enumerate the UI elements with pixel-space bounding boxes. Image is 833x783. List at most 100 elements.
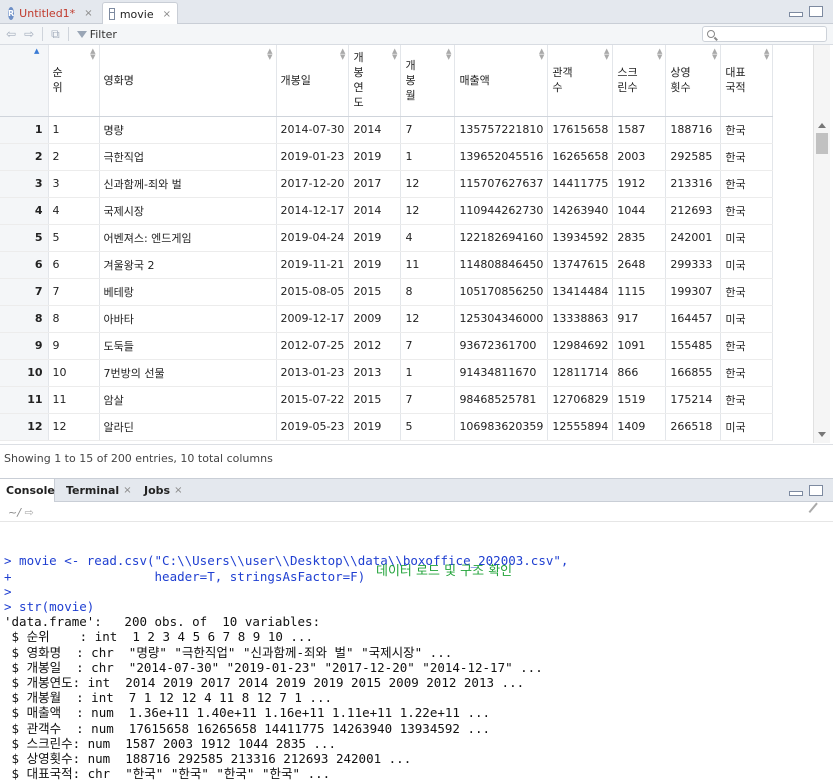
table-cell: 2019 — [348, 413, 402, 441]
tab-terminal[interactable]: Terminal × — [60, 479, 138, 502]
table-row[interactable]: 3 3 신과함께-죄와 벌 2017-12-20 2017 12 115707627637 1… — [0, 170, 774, 198]
table-cell: 13934592 — [547, 224, 614, 252]
table-row[interactable]: 5 5 어벤져스: 엔드게임 2019-04-24 2019 4 122182694160 1… — [0, 224, 774, 252]
console-line: $ 개봉일 : chr "2014-07-30" "2019-01-23" "2… — [4, 659, 543, 675]
table-row[interactable]: 11 11 암살 2015-07-22 2015 7 98468525781 12706829… — [0, 386, 774, 414]
table-row[interactable]: 4 4 국제시장 2014-12-17 2014 12 110944262730 142639… — [0, 197, 774, 225]
console-working-directory: ~/ ⇨ — [0, 502, 833, 522]
console-output[interactable]: 데이터 로드 및 구조 확인 > movie <- read.csv("C:\\… — [0, 523, 833, 783]
minimize-icon[interactable] — [789, 491, 803, 496]
vertical-scrollbar[interactable] — [813, 45, 830, 443]
row-index-cell: 5 — [0, 224, 49, 252]
table-cell: 917 — [612, 305, 667, 333]
table-cell: 2009-12-17 — [276, 305, 350, 333]
clear-console-icon[interactable] — [808, 502, 826, 520]
filter-button[interactable]: Filter — [76, 28, 117, 41]
data-viewer-toolbar: ⇦ ⇨ ⧉ Filter — [0, 24, 833, 45]
table-cell: 12 — [48, 413, 100, 441]
maximize-icon[interactable] — [809, 485, 823, 496]
table-cell: 2015 — [348, 278, 402, 306]
scroll-up-icon[interactable] — [818, 123, 826, 128]
table-cell: 12 — [400, 305, 456, 333]
table-cell: 135757221810 — [454, 116, 549, 144]
minimize-icon[interactable] — [789, 12, 803, 17]
table-row[interactable]: 9 9 도둑들 2012-07-25 2012 7 93672361700 12984692 1… — [0, 332, 774, 360]
console-line: $ 개봉연도: int 2014 2019 2017 2014 2019 201… — [4, 675, 525, 691]
column-header[interactable]: 관객 수 ▲ ▼ — [547, 45, 614, 117]
column-header-label: 영화명 — [103, 73, 134, 87]
console-line: $ 매출액 : num 1.36e+11 1.40e+11 1.16e+11 1… — [4, 705, 491, 721]
table-cell: 베테랑 — [99, 278, 277, 306]
scrollbar-thumb[interactable] — [816, 133, 828, 154]
column-header-label: 관객 수 — [552, 66, 573, 95]
search-input[interactable] — [702, 26, 827, 42]
column-header[interactable]: 순 위 ▲ ▼ — [48, 45, 100, 117]
row-index-cell: 8 — [0, 305, 49, 333]
sort-icon[interactable]: ▲ ▼ — [539, 48, 544, 61]
table-cell: 1091 — [612, 332, 667, 360]
column-header[interactable]: 개 봉 월 ▲ ▼ — [400, 45, 456, 117]
table-cell: 한국 — [720, 143, 774, 171]
table-cell: 8 — [400, 278, 456, 306]
sort-icon[interactable]: ▲ ▼ — [657, 48, 662, 61]
close-icon[interactable]: × — [174, 485, 182, 496]
table-cell: 2015-08-05 — [276, 278, 350, 306]
table-row[interactable]: 7 7 베테랑 2015-08-05 2015 8 105170856250 13414484… — [0, 278, 774, 306]
table-row[interactable]: 2 2 극한직업 2019-01-23 2019 1 139652045516 1626565… — [0, 143, 774, 171]
maximize-icon[interactable] — [809, 6, 823, 17]
sort-icon[interactable]: ▲ ▼ — [712, 48, 717, 61]
tab-jobs[interactable]: Jobs × — [138, 479, 188, 502]
column-header[interactable]: 스크 린수 ▲ ▼ — [612, 45, 667, 117]
sort-icon[interactable]: ▲ ▼ — [392, 48, 397, 61]
tab-movie[interactable]: movie × — [102, 2, 178, 25]
console-line: $ 영화명 : chr "명량" "극한직업" "신과함께-죄와 벌" "국제시… — [4, 644, 453, 660]
goto-directory-icon[interactable]: ⇨ — [24, 506, 33, 519]
sort-icon[interactable]: ▲ ▼ — [446, 48, 451, 61]
sort-icon[interactable]: ▲ ▼ — [604, 48, 609, 61]
table-row[interactable]: 10 10 7번방의 선물 2013-01-23 2013 1 91434811670 128… — [0, 359, 774, 387]
scroll-down-icon[interactable] — [818, 432, 826, 437]
close-icon[interactable]: × — [163, 9, 171, 20]
table-cell: 2835 — [612, 224, 667, 252]
forward-arrow-icon[interactable]: ⇨ — [24, 27, 34, 41]
sort-icon[interactable]: ▲ ▼ — [90, 48, 95, 61]
column-header[interactable]: 매출액 ▲ ▼ — [454, 45, 549, 117]
popout-icon[interactable]: ⧉ — [51, 27, 60, 42]
column-header-label: 매출액 — [459, 73, 490, 87]
table-cell: 14263940 — [547, 197, 614, 225]
column-header[interactable]: 개 봉 연 도 ▲ ▼ — [348, 45, 402, 117]
table-row[interactable]: 6 6 겨울왕국 2 2019-11-21 2019 11 114808846450 1374… — [0, 251, 774, 279]
table-cell: 4 — [48, 197, 100, 225]
row-index-cell: 11 — [0, 386, 49, 414]
close-icon[interactable]: × — [123, 485, 131, 496]
data-table-viewport: ▲ 순 위 ▲ ▼ 영화명 ▲ ▼ 개봉일 ▲ ▼ 개 봉 연 도 ▲ ▼ 개 봉 월 ▲ ▼ 매출액 ▲ ▼ 관객 … — [0, 45, 813, 443]
sort-icon[interactable]: ▲ ▼ — [340, 48, 345, 61]
table-row[interactable]: 8 8 아바타 2009-12-17 2009 12 125304346000 1333886… — [0, 305, 774, 333]
table-cell: 212693 — [665, 197, 722, 225]
search-icon — [707, 30, 715, 38]
sort-icon[interactable]: ▲ — [34, 48, 39, 55]
column-header[interactable]: 대표 국적 ▲ ▼ — [720, 45, 774, 117]
column-header[interactable]: 영화명 ▲ ▼ — [99, 45, 277, 117]
table-row[interactable]: 12 12 알라딘 2019-05-23 2019 5 106983620359 125558… — [0, 413, 774, 441]
table-row[interactable]: 1 1 명량 2014-07-30 2014 7 135757221810 17615658 1… — [0, 116, 774, 144]
console-line: $ 스크린수: num 1587 2003 1912 1044 2835 ... — [4, 735, 336, 751]
close-icon[interactable]: × — [84, 8, 92, 19]
back-arrow-icon[interactable]: ⇦ — [6, 27, 16, 41]
table-cell: 2019 — [348, 224, 402, 252]
sort-icon[interactable]: ▲ ▼ — [267, 48, 272, 61]
column-header[interactable]: 상영 횟수 ▲ ▼ — [665, 45, 722, 117]
row-index-header[interactable]: ▲ — [0, 45, 49, 117]
pane-window-controls — [789, 485, 823, 496]
tab-console[interactable]: Console — [0, 479, 55, 502]
table-cell: 8 — [48, 305, 100, 333]
sort-icon[interactable]: ▲ ▼ — [764, 48, 769, 61]
table-cell: 2003 — [612, 143, 667, 171]
table-cell: 7 — [48, 278, 100, 306]
path-label: ~/ — [8, 506, 21, 519]
table-cell: 4 — [400, 224, 456, 252]
table-cell: 139652045516 — [454, 143, 549, 171]
column-header[interactable]: 개봉일 ▲ ▼ — [276, 45, 350, 117]
data-grid-icon — [109, 8, 115, 20]
tab-untitled1[interactable]: R Untitled1* × — [2, 2, 98, 24]
